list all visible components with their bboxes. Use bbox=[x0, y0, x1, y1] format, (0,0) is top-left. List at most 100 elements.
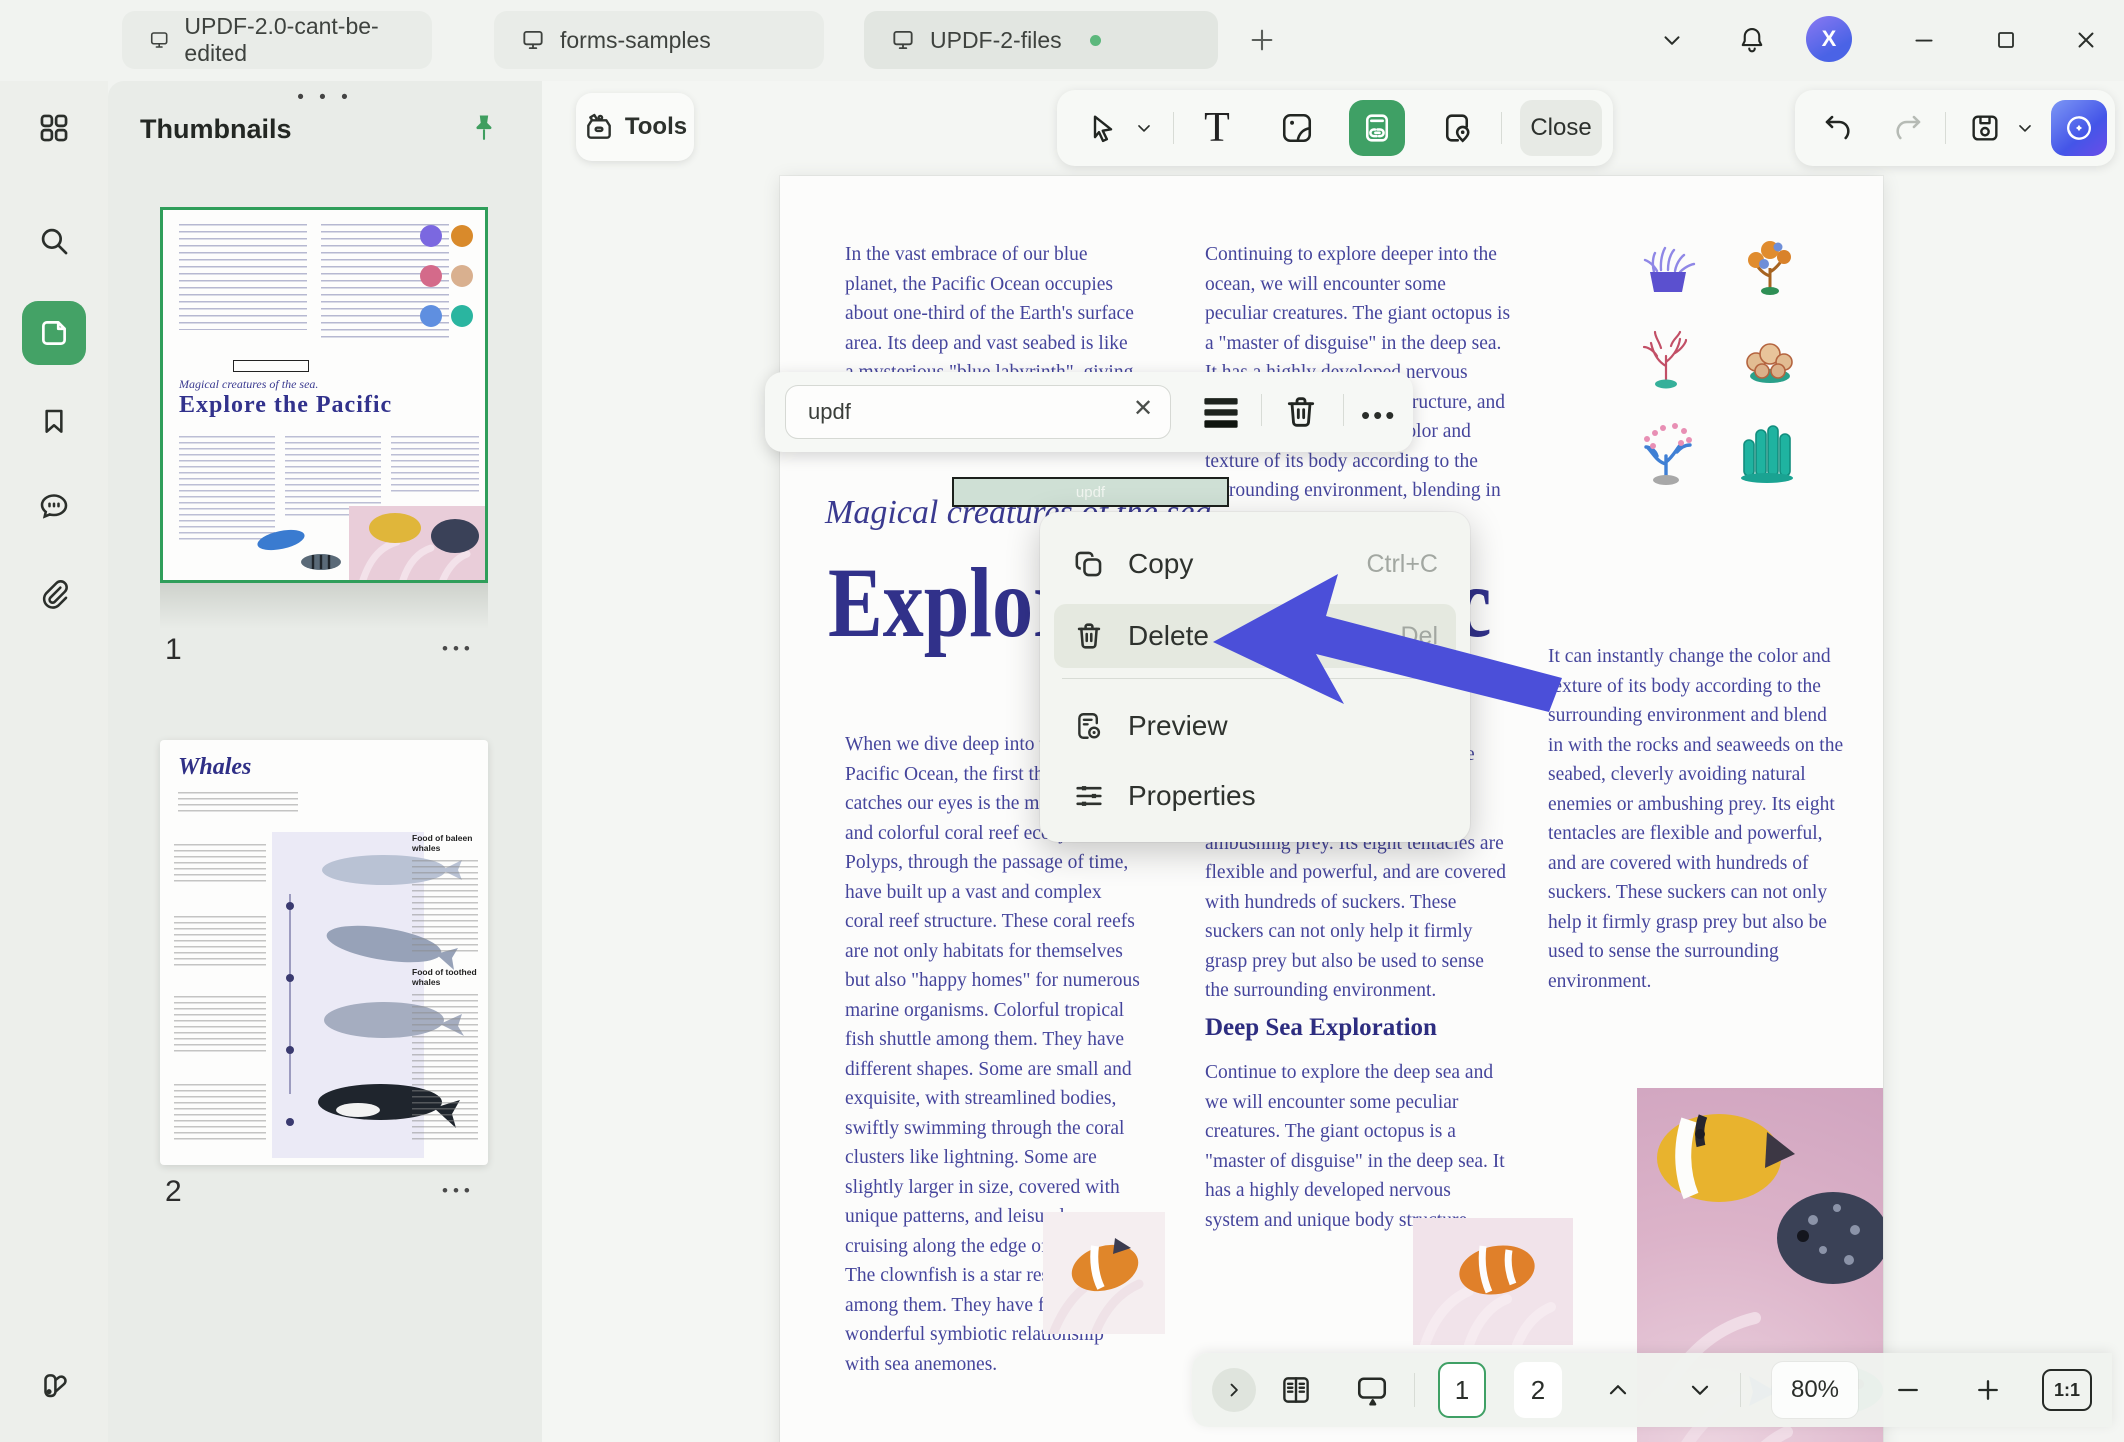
home-button[interactable] bbox=[30, 12, 88, 70]
sidebar-item-attachments[interactable] bbox=[22, 562, 86, 626]
doc-paragraph-col3-body: It can instantly change the color and te… bbox=[1548, 642, 1844, 996]
collapse-statusbar-button[interactable] bbox=[1206, 1362, 1262, 1418]
thumbnails-panel: • • • Thumbnails Magical creatures of th… bbox=[108, 81, 542, 1442]
new-tab-button[interactable] bbox=[1236, 14, 1288, 66]
close-edit-mode-button[interactable]: Close bbox=[1520, 100, 1602, 156]
link-icon bbox=[1359, 110, 1395, 146]
pin-icon bbox=[466, 111, 502, 147]
delete-label: Delete bbox=[1128, 620, 1209, 652]
undo-icon bbox=[1821, 112, 1853, 144]
page-1-label: 1 bbox=[165, 633, 182, 667]
thumbnail-text-lines bbox=[391, 436, 479, 496]
toolbar-divider bbox=[1945, 112, 1946, 144]
previous-page-button[interactable] bbox=[1590, 1362, 1646, 1418]
minimize-button[interactable] bbox=[1898, 14, 1950, 66]
status-bar: 1 2 80% 1:1 bbox=[1192, 1353, 2112, 1427]
document-tab-icon bbox=[148, 27, 170, 53]
page-number: 2 bbox=[1531, 1375, 1545, 1406]
edit-link-button-active[interactable] bbox=[1349, 100, 1405, 156]
cursor-icon bbox=[1087, 112, 1119, 144]
redo-button[interactable] bbox=[1881, 100, 1937, 156]
sidebar-item-bookmarks[interactable] bbox=[22, 389, 86, 453]
page-2-more-button[interactable]: ••• bbox=[442, 1181, 475, 1201]
edit-text-button[interactable]: T bbox=[1189, 100, 1245, 156]
panel-title: Thumbnails bbox=[140, 114, 292, 145]
search-icon bbox=[37, 224, 71, 258]
home-icon bbox=[42, 24, 76, 58]
grid-icon bbox=[37, 111, 71, 145]
tab-label: UPDF-2.0-cant-be-edited bbox=[184, 13, 406, 67]
minibar-divider bbox=[1261, 394, 1262, 426]
menu-item-delete[interactable]: Delete Del bbox=[1054, 604, 1456, 668]
document-tab-icon bbox=[890, 27, 916, 53]
next-page-button[interactable] bbox=[1672, 1362, 1728, 1418]
user-avatar[interactable]: X bbox=[1806, 16, 1852, 62]
zoom-value: 80% bbox=[1791, 1376, 1839, 1404]
page-1-more-button[interactable]: ••• bbox=[442, 639, 475, 659]
sidebar-item-comments[interactable] bbox=[22, 474, 86, 538]
tab-forms-samples[interactable]: forms-samples bbox=[494, 11, 824, 69]
thumbnail-page-1[interactable]: Magical creatures of the sea. Explore th… bbox=[160, 207, 488, 583]
thumbnail-page-2[interactable]: Whales Food of baleen whales Food of too… bbox=[160, 740, 488, 1165]
titlebar: UPDF-2.0-cant-be-edited forms-samples UP… bbox=[0, 0, 2124, 81]
toolbar-divider bbox=[1501, 112, 1502, 144]
redo-icon bbox=[1893, 112, 1925, 144]
edit-image-button[interactable] bbox=[1269, 100, 1325, 156]
thumbnail-heading: Food of toothed whales bbox=[412, 968, 480, 987]
page-1-button[interactable]: 1 bbox=[1438, 1362, 1486, 1418]
sidebar-item-appearance[interactable] bbox=[22, 1354, 86, 1418]
trash-icon bbox=[1281, 392, 1321, 432]
two-page-view-icon bbox=[1279, 1373, 1313, 1407]
zoom-in-button[interactable] bbox=[1960, 1362, 2016, 1418]
save-dropdown[interactable] bbox=[2007, 100, 2043, 156]
ai-assistant-button[interactable] bbox=[2051, 100, 2107, 156]
statusbar-divider bbox=[1740, 1373, 1741, 1407]
tab-label: forms-samples bbox=[560, 27, 711, 54]
page-layout-button[interactable] bbox=[1268, 1362, 1324, 1418]
sidebar-item-thumbnails[interactable] bbox=[22, 301, 86, 365]
actual-size-button[interactable]: 1:1 bbox=[2042, 1369, 2092, 1411]
select-tool-dropdown[interactable] bbox=[1127, 100, 1161, 156]
sidebar-item-search[interactable] bbox=[22, 209, 86, 273]
delete-field-button[interactable] bbox=[1281, 392, 1321, 432]
chevron-up-icon bbox=[1605, 1377, 1631, 1403]
menu-item-preview[interactable]: Preview bbox=[1054, 694, 1456, 758]
thumbnail-text-lines bbox=[174, 1084, 266, 1144]
close-window-button[interactable] bbox=[2060, 14, 2112, 66]
notifications-button[interactable] bbox=[1726, 14, 1778, 66]
thumbnail-text-lines bbox=[174, 916, 266, 968]
thumbnail-title: Whales bbox=[178, 754, 251, 781]
trash-icon bbox=[1072, 619, 1106, 653]
save-button[interactable] bbox=[1957, 100, 2013, 156]
tab-updf-2-0-cant-be-edited[interactable]: UPDF-2.0-cant-be-edited bbox=[122, 11, 432, 69]
preview-label: Preview bbox=[1128, 710, 1228, 742]
tabs-dropdown-button[interactable] bbox=[1646, 14, 1698, 66]
maximize-button[interactable] bbox=[1980, 14, 2032, 66]
menu-item-copy[interactable]: Copy Ctrl+C bbox=[1054, 532, 1456, 596]
zoom-out-button[interactable] bbox=[1880, 1362, 1936, 1418]
page-2-button[interactable]: 2 bbox=[1514, 1362, 1562, 1418]
pin-panel-button[interactable] bbox=[466, 111, 502, 147]
clear-input-button[interactable]: ✕ bbox=[1133, 397, 1153, 421]
tab-updf-2-files[interactable]: UPDF-2-files bbox=[864, 11, 1218, 69]
tools-button[interactable]: Tools bbox=[576, 93, 694, 161]
field-text-input[interactable] bbox=[785, 385, 1171, 439]
properties-sliders-icon bbox=[1072, 779, 1106, 813]
field-options-button[interactable] bbox=[1203, 394, 1239, 430]
toolbox-icon bbox=[583, 111, 615, 143]
presentation-mode-button[interactable] bbox=[1344, 1362, 1400, 1418]
zoom-level[interactable]: 80% bbox=[1772, 1362, 1858, 1418]
avatar-initial: X bbox=[1822, 26, 1837, 52]
undo-button[interactable] bbox=[1809, 100, 1865, 156]
selected-updf-field[interactable]: updf bbox=[952, 477, 1229, 507]
more-options-button[interactable]: ••• bbox=[1361, 400, 1397, 431]
sidebar-item-home-grid[interactable] bbox=[22, 96, 86, 160]
select-tool-button[interactable] bbox=[1075, 100, 1131, 156]
watermark-button[interactable] bbox=[1429, 100, 1485, 156]
toolbar-divider bbox=[1173, 112, 1174, 144]
panel-drag-handle[interactable]: • • • bbox=[108, 87, 542, 109]
menu-item-properties[interactable]: Properties bbox=[1054, 764, 1456, 828]
left-sidebar bbox=[0, 81, 108, 1442]
ai-swirl-icon bbox=[2062, 111, 2096, 145]
save-icon bbox=[1968, 111, 2002, 145]
